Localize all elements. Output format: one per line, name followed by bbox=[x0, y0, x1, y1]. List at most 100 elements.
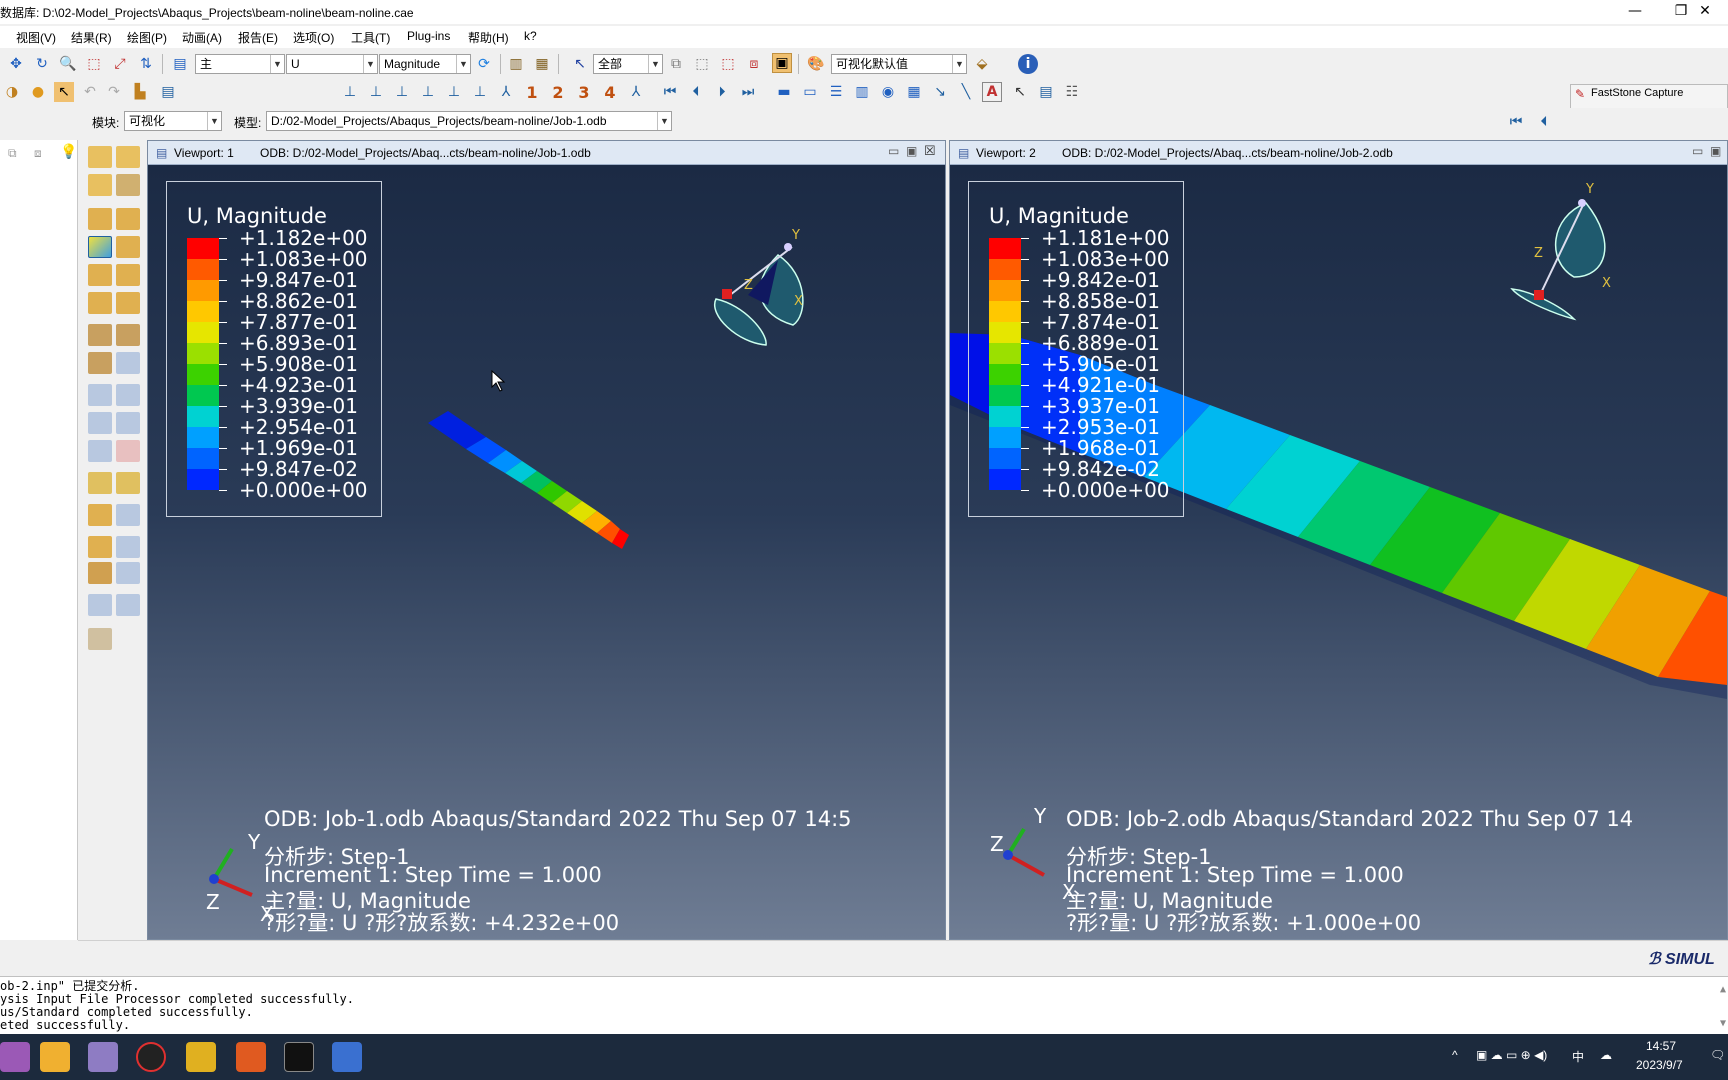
tree-expand-icon[interactable]: ⧈ bbox=[34, 146, 42, 161]
symbol-icon[interactable] bbox=[88, 208, 112, 230]
layout-single-icon[interactable]: ▬ bbox=[774, 82, 794, 102]
menu-context-help[interactable]: k? bbox=[524, 29, 537, 43]
menu-tools[interactable]: 工具(T) bbox=[351, 29, 390, 46]
superimpose-icon[interactable] bbox=[88, 264, 112, 286]
axes-icon[interactable]: ⅄ bbox=[626, 82, 646, 102]
pan-icon[interactable]: ✥ bbox=[6, 54, 26, 74]
viewport-1-header[interactable]: ▤ Viewport: 1 ODB: D:/02-Model_Projects/… bbox=[148, 141, 945, 165]
table-icon[interactable]: ▦ bbox=[532, 54, 552, 74]
tree-icon[interactable]: ▙ bbox=[130, 82, 150, 102]
last-frame-icon[interactable]: ⏭ bbox=[738, 82, 758, 102]
notification-icon[interactable]: 🗨 bbox=[1710, 1048, 1725, 1062]
filter-icon[interactable]: ⧈ bbox=[744, 54, 764, 74]
display-group-manager-icon[interactable] bbox=[116, 504, 140, 526]
app-icon-faststone[interactable] bbox=[332, 1042, 362, 1072]
query-tool-icon[interactable] bbox=[88, 628, 112, 650]
iso-view-icon[interactable]: ⅄ bbox=[496, 82, 516, 102]
next-frame-icon[interactable]: ⏵ bbox=[712, 82, 732, 102]
view-zx-icon[interactable]: ⊥ bbox=[444, 82, 464, 102]
info-icon[interactable]: i bbox=[1018, 54, 1038, 74]
render-style-select[interactable]: 可视化默认值 ▼ bbox=[831, 54, 967, 74]
arrow-icon[interactable]: ↖ bbox=[1010, 82, 1030, 102]
create-xy-icon[interactable] bbox=[88, 384, 112, 406]
view-cube-icon[interactable]: ⬙ bbox=[972, 54, 992, 74]
camera-icon[interactable]: ◉ bbox=[878, 82, 898, 102]
menu-help[interactable]: 帮助(H) bbox=[468, 29, 509, 46]
box-zoom-icon[interactable]: ⬚ bbox=[84, 54, 104, 74]
line-icon[interactable]: ╲ bbox=[956, 82, 976, 102]
redo-icon[interactable]: ↷ bbox=[104, 82, 124, 102]
first-frame-icon[interactable]: ⏮ bbox=[1506, 112, 1526, 132]
contour-options-icon[interactable] bbox=[116, 236, 140, 258]
sphere-icon[interactable]: ● bbox=[28, 82, 48, 102]
terminal-icon[interactable] bbox=[284, 1042, 314, 1072]
tray-chevron-icon[interactable]: ^ bbox=[1452, 1048, 1458, 1062]
app-icon-wechat[interactable] bbox=[0, 1042, 30, 1072]
ime-indicator[interactable]: 中 bbox=[1572, 1048, 1584, 1065]
cut-plane-icon[interactable] bbox=[88, 562, 112, 584]
viewport-2-canvas[interactable]: Y Z X Y Z X U, Magnitude +1.181e+00 +1.08… bbox=[950, 165, 1727, 939]
minimize-button[interactable]: — bbox=[1612, 0, 1658, 24]
clock-time[interactable]: 14:57 bbox=[1646, 1039, 1676, 1053]
table-view-icon[interactable]: ▤ bbox=[1036, 82, 1056, 102]
layout-horizontal-icon[interactable]: ☰ bbox=[826, 82, 846, 102]
view-xz-icon[interactable]: ⊥ bbox=[470, 82, 490, 102]
select-cursor-icon[interactable]: ↖ bbox=[570, 54, 590, 74]
view-yz-icon[interactable]: ⊥ bbox=[392, 82, 412, 102]
tray-icons[interactable]: ▣ ☁ ▭ ⊕ ◀) bbox=[1476, 1048, 1547, 1062]
app-icon-notes[interactable] bbox=[88, 1042, 118, 1072]
viewport-1-canvas[interactable]: U, Magnitude +1.182e+00 +1.083e+00 +9.847e… bbox=[148, 165, 945, 939]
material-orient-icon[interactable] bbox=[116, 208, 140, 230]
rotate-icon[interactable]: ↻ bbox=[32, 54, 52, 74]
viewport-maximize-icon[interactable]: ▣ bbox=[906, 144, 917, 158]
cut-manager-icon[interactable] bbox=[116, 562, 140, 584]
viewport-2[interactable]: ▤ Viewport: 2 ODB: D:/02-Model_Projects/… bbox=[949, 140, 1728, 940]
common-options-icon[interactable] bbox=[88, 292, 112, 314]
undeformed-icon[interactable] bbox=[88, 174, 112, 196]
menu-plugins[interactable]: Plug-ins bbox=[407, 29, 450, 43]
xy-data-icon[interactable] bbox=[88, 412, 112, 434]
app-icon-abaqus-cae[interactable] bbox=[186, 1042, 216, 1072]
first-frame-icon[interactable]: ⏮ bbox=[660, 82, 680, 102]
zoom-icon[interactable]: 🔍 bbox=[58, 54, 78, 74]
pointer-icon[interactable]: ↖ bbox=[54, 82, 74, 102]
layout-vertical-icon[interactable]: ▥ bbox=[852, 82, 872, 102]
contour-plot-icon[interactable] bbox=[88, 236, 112, 258]
overlay-options-icon[interactable] bbox=[116, 292, 140, 314]
free-body-icon[interactable] bbox=[116, 440, 140, 462]
primary-field-select[interactable]: 主 ▼ bbox=[195, 54, 285, 74]
viewport-close-icon[interactable]: ☒ bbox=[924, 143, 936, 159]
undo-icon[interactable]: ↶ bbox=[80, 82, 100, 102]
view-zy-icon[interactable]: ⊥ bbox=[418, 82, 438, 102]
view-yx-icon[interactable]: ⊥ bbox=[366, 82, 386, 102]
report-icon[interactable]: ▤ bbox=[158, 82, 178, 102]
contour-legend-icon[interactable] bbox=[88, 146, 112, 168]
refresh-icon[interactable]: ⟳ bbox=[474, 54, 494, 74]
clock-date[interactable]: 2023/9/7 bbox=[1636, 1058, 1683, 1072]
menu-view[interactable]: 视图(V) bbox=[16, 29, 56, 46]
menu-report[interactable]: 报告(E) bbox=[238, 29, 278, 46]
app-icon-xmind[interactable] bbox=[236, 1042, 266, 1072]
animate-time-icon[interactable] bbox=[116, 324, 140, 346]
viewport-minimize-icon[interactable]: ▭ bbox=[888, 144, 899, 158]
model-select[interactable]: D:/02-Model_Projects/Abaqus_Projects/bea… bbox=[266, 111, 672, 131]
tray-cloud-icon[interactable]: ☁ bbox=[1600, 1048, 1612, 1062]
copy-icon[interactable]: ⧉ bbox=[666, 54, 686, 74]
component-select[interactable]: Magnitude ▼ bbox=[379, 54, 471, 74]
stream-icon[interactable] bbox=[88, 472, 112, 494]
screen-recorder-icon[interactable] bbox=[136, 1042, 166, 1072]
display-body-icon[interactable] bbox=[88, 594, 112, 616]
selection-scope-select[interactable]: 全部 ▼ bbox=[593, 54, 663, 74]
grid-icon[interactable]: ▥ bbox=[506, 54, 526, 74]
prev-frame-icon[interactable]: ⏴ bbox=[1534, 112, 1554, 132]
menu-animate[interactable]: 动画(A) bbox=[182, 29, 222, 46]
shading-icon[interactable]: ◑ bbox=[2, 82, 22, 102]
drag-select-icon[interactable]: ⬚ bbox=[718, 54, 738, 74]
box-icon[interactable]: ▣ bbox=[772, 53, 792, 73]
color-manager-icon[interactable] bbox=[116, 536, 140, 558]
close-button[interactable]: ✕ bbox=[1682, 0, 1728, 24]
view-1-button[interactable]: 1 bbox=[522, 82, 542, 102]
xy-plot-icon[interactable] bbox=[116, 412, 140, 434]
variable-select[interactable]: U ▼ bbox=[286, 54, 378, 74]
display-group-icon[interactable] bbox=[88, 504, 112, 526]
